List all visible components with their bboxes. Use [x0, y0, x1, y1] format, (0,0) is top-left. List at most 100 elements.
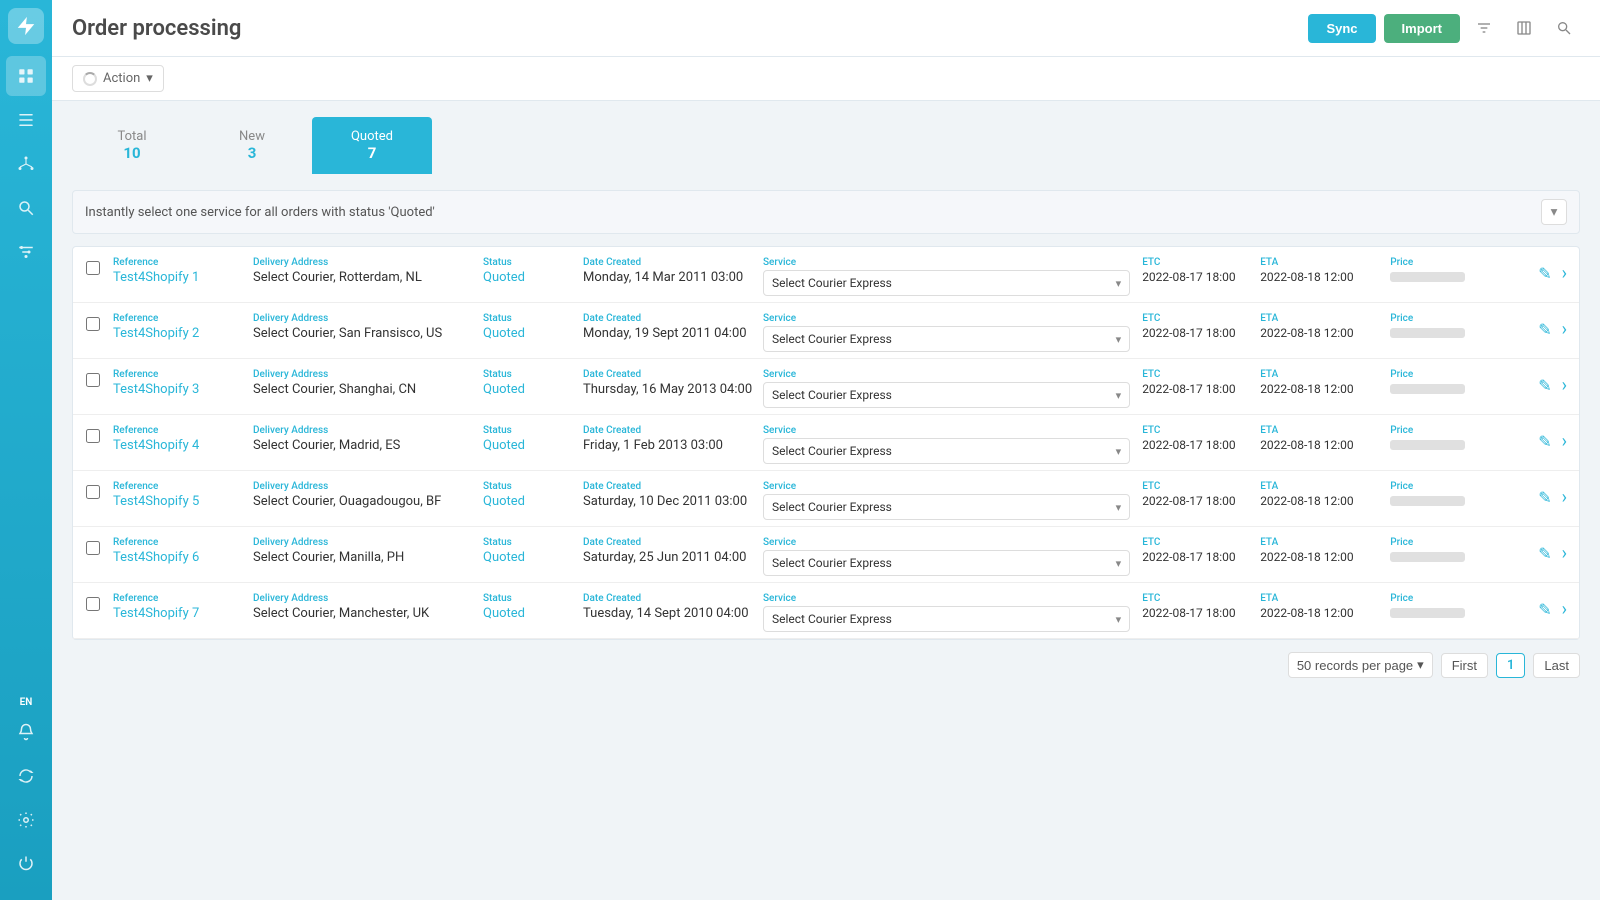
- search-icon-button[interactable]: [1548, 12, 1580, 44]
- service-select-3[interactable]: Select Courier Express ▾: [763, 438, 1130, 464]
- status-label: Status: [483, 481, 583, 492]
- service-label-top-0: Service: [763, 257, 1130, 268]
- order-reference-4: Test4Shopify 5: [113, 494, 253, 509]
- etc-label: ETC: [1142, 593, 1260, 604]
- edit-icon-0[interactable]: ✎: [1538, 264, 1551, 283]
- order-status-6: Quoted: [483, 606, 583, 621]
- eta-label: ETA: [1260, 537, 1390, 548]
- per-page-label: 50 records per page: [1297, 658, 1413, 673]
- columns-icon-button[interactable]: [1508, 12, 1540, 44]
- arrow-icon-2[interactable]: ›: [1562, 375, 1567, 396]
- order-checkbox-3[interactable]: [86, 429, 100, 443]
- quoted-banner-text: Instantly select one service for all ord…: [85, 205, 1541, 220]
- edit-icon-4[interactable]: ✎: [1538, 488, 1551, 507]
- language-label[interactable]: EN: [20, 697, 33, 708]
- etc-label: ETC: [1142, 537, 1260, 548]
- app-logo[interactable]: [8, 8, 44, 44]
- arrow-icon-4[interactable]: ›: [1562, 487, 1567, 508]
- order-eta-5: 2022-08-18 12:00: [1260, 550, 1390, 564]
- service-label-top-2: Service: [763, 369, 1130, 380]
- order-checkbox-0[interactable]: [86, 261, 100, 275]
- order-reference-6: Test4Shopify 7: [113, 606, 253, 621]
- order-delivery-1: Select Courier, San Fransisco, US: [253, 326, 483, 341]
- arrow-icon-3[interactable]: ›: [1562, 431, 1567, 452]
- service-select-1[interactable]: Select Courier Express ▾: [763, 326, 1130, 352]
- reference-label: Reference: [113, 481, 253, 492]
- sidebar-item-sync[interactable]: [6, 756, 46, 796]
- quoted-banner-dropdown[interactable]: ▾: [1541, 199, 1567, 225]
- delivery-label: Delivery Address: [253, 481, 483, 492]
- arrow-icon-6[interactable]: ›: [1562, 599, 1567, 620]
- price-bar-2: [1390, 384, 1465, 394]
- sidebar-item-dashboard[interactable]: [6, 56, 46, 96]
- order-checkbox-2[interactable]: [86, 373, 100, 387]
- current-page-number[interactable]: 1: [1496, 653, 1525, 678]
- order-checkbox-6[interactable]: [86, 597, 100, 611]
- sidebar-item-settings[interactable]: [6, 800, 46, 840]
- delivery-label: Delivery Address: [253, 313, 483, 324]
- etc-label: ETC: [1142, 369, 1260, 380]
- order-eta-1: 2022-08-18 12:00: [1260, 326, 1390, 340]
- order-checkbox-1[interactable]: [86, 317, 100, 331]
- sidebar-item-hierarchy[interactable]: [6, 144, 46, 184]
- edit-icon-6[interactable]: ✎: [1538, 600, 1551, 619]
- service-select-5[interactable]: Select Courier Express ▾: [763, 550, 1130, 576]
- toolbar: Action ▾: [52, 57, 1600, 101]
- edit-icon-2[interactable]: ✎: [1538, 376, 1551, 395]
- order-etc-4: 2022-08-17 18:00: [1142, 494, 1260, 508]
- status-label: Status: [483, 257, 583, 268]
- sidebar-item-filters[interactable]: [6, 232, 46, 272]
- sync-button[interactable]: Sync: [1308, 14, 1375, 43]
- order-block: Reference Test4Shopify 4 Delivery Addres…: [73, 415, 1579, 471]
- service-select-2[interactable]: Select Courier Express ▾: [763, 382, 1130, 408]
- price-bar-5: [1390, 552, 1465, 562]
- sidebar-item-orders[interactable]: [6, 100, 46, 140]
- order-date-6: Tuesday, 14 Sept 2010 04:00: [583, 606, 763, 621]
- tab-new[interactable]: New 3: [192, 117, 312, 174]
- tab-quoted-label: Quoted: [332, 129, 412, 144]
- tab-total[interactable]: Total 10: [72, 117, 192, 174]
- service-label-top-5: Service: [763, 537, 1130, 548]
- order-checkbox-4[interactable]: [86, 485, 100, 499]
- tab-quoted-count: 7: [332, 144, 412, 162]
- sidebar-item-power[interactable]: [6, 844, 46, 884]
- edit-icon-1[interactable]: ✎: [1538, 320, 1551, 339]
- order-checkbox-5[interactable]: [86, 541, 100, 555]
- date-created-label: Date Created: [583, 257, 763, 268]
- first-page-button[interactable]: First: [1441, 653, 1488, 678]
- arrow-icon-1[interactable]: ›: [1562, 319, 1567, 340]
- tab-new-count: 3: [212, 144, 292, 162]
- sidebar-item-notifications[interactable]: [6, 712, 46, 752]
- price-bar-4: [1390, 496, 1465, 506]
- status-label: Status: [483, 537, 583, 548]
- action-dropdown[interactable]: Action ▾: [72, 65, 164, 92]
- order-etc-3: 2022-08-17 18:00: [1142, 438, 1260, 452]
- per-page-button[interactable]: 50 records per page ▾: [1288, 652, 1433, 678]
- order-etc-5: 2022-08-17 18:00: [1142, 550, 1260, 564]
- tab-total-count: 10: [92, 144, 172, 162]
- last-page-button[interactable]: Last: [1533, 653, 1580, 678]
- reference-label: Reference: [113, 369, 253, 380]
- filter-icon-button[interactable]: [1468, 12, 1500, 44]
- order-delivery-3: Select Courier, Madrid, ES: [253, 438, 483, 453]
- service-select-0[interactable]: Select Courier Express ▾: [763, 270, 1130, 296]
- service-select-6[interactable]: Select Courier Express ▾: [763, 606, 1130, 632]
- quoted-banner: Instantly select one service for all ord…: [72, 190, 1580, 234]
- content-area: Total 10 New 3 Quoted 7 Instantly select…: [52, 101, 1600, 900]
- order-delivery-4: Select Courier, Ouagadougou, BF: [253, 494, 483, 509]
- arrow-icon-0[interactable]: ›: [1562, 263, 1567, 284]
- order-eta-3: 2022-08-18 12:00: [1260, 438, 1390, 452]
- edit-icon-3[interactable]: ✎: [1538, 432, 1551, 451]
- edit-icon-5[interactable]: ✎: [1538, 544, 1551, 563]
- order-etc-1: 2022-08-17 18:00: [1142, 326, 1260, 340]
- arrow-icon-5[interactable]: ›: [1562, 543, 1567, 564]
- service-select-4[interactable]: Select Courier Express ▾: [763, 494, 1130, 520]
- date-created-label: Date Created: [583, 425, 763, 436]
- import-button[interactable]: Import: [1384, 14, 1460, 43]
- delivery-label: Delivery Address: [253, 369, 483, 380]
- sidebar-item-search[interactable]: [6, 188, 46, 228]
- tab-quoted[interactable]: Quoted 7: [312, 117, 432, 174]
- price-bar-0: [1390, 272, 1465, 282]
- order-block: Reference Test4Shopify 5 Delivery Addres…: [73, 471, 1579, 527]
- order-block: Reference Test4Shopify 6 Delivery Addres…: [73, 527, 1579, 583]
